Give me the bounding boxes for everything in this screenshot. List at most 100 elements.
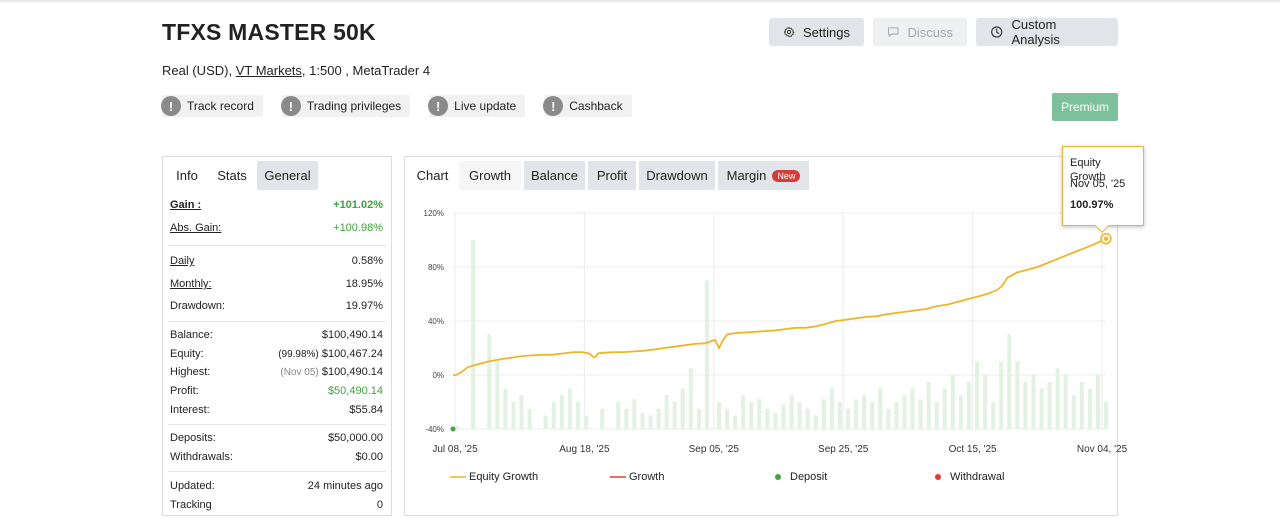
legend-line-icon: [450, 476, 466, 478]
chart-tabs: Chart Growth Balance Profit Drawdown Mar…: [409, 161, 812, 190]
stat-label: Balance:: [170, 329, 213, 341]
stat-label: Interest:: [170, 404, 210, 416]
legend-dot-icon: [775, 474, 781, 480]
stat-label[interactable]: Gain :: [170, 199, 201, 211]
badge-track-record[interactable]: ! Track record: [161, 95, 263, 117]
settings-button[interactable]: Settings: [769, 18, 864, 46]
stat-label[interactable]: Monthly:: [170, 278, 212, 290]
custom-analysis-label: Custom Analysis: [1011, 17, 1060, 47]
badge-label: Track record: [187, 99, 254, 113]
stat-equity: Equity: (99.98%) $100,467.24: [170, 345, 383, 363]
page-title: TFXS MASTER 50K: [162, 19, 376, 45]
settings-label: Settings: [803, 24, 850, 40]
stat-label[interactable]: Daily: [170, 255, 194, 267]
stat-monthly: Monthly: 18.95%: [170, 275, 383, 293]
divider: [168, 471, 386, 472]
discuss-button[interactable]: Discuss: [873, 18, 967, 46]
stat-tracking: Tracking 0: [170, 496, 383, 514]
stat-value: 19.97%: [345, 300, 383, 312]
stat-value: 0.58%: [351, 255, 383, 267]
badge-label: Trading privileges: [306, 99, 402, 113]
tooltip-date: Nov 05, '25: [1070, 178, 1126, 190]
stat-value-group: (Nov 05) $100,490.14: [280, 366, 383, 378]
stat-abs-gain: Abs. Gain: +100.98%: [170, 219, 383, 237]
chart-panel: Chart Growth Balance Profit Drawdown Mar…: [404, 156, 1118, 516]
legend-label: Growth: [629, 471, 665, 483]
stat-value: 0: [376, 499, 383, 511]
badge-label: Cashback: [569, 99, 623, 113]
exclamation-icon: !: [543, 96, 564, 116]
tab-general[interactable]: General: [257, 161, 318, 190]
divider: [168, 321, 386, 322]
stat-value: $100,467.24: [321, 348, 383, 360]
stats-panel: Info Stats General Gain : +101.02% Abs. …: [162, 156, 392, 516]
tab-margin-label: Margin: [726, 168, 767, 183]
stat-value: +101.02%: [333, 199, 383, 211]
stat-value: $0.00: [355, 451, 383, 463]
account-type: Real (USD),: [162, 63, 233, 78]
tab-balance[interactable]: Balance: [524, 161, 585, 190]
premium-button[interactable]: Premium: [1052, 93, 1118, 121]
tab-profit[interactable]: Profit: [588, 161, 636, 190]
tooltip-value: 100.97%: [1070, 199, 1114, 211]
tab-chart[interactable]: Chart: [409, 161, 456, 190]
legend-deposit[interactable]: Deposit: [774, 470, 827, 484]
stat-balance: Balance: $100,490.14: [170, 326, 383, 344]
tab-drawdown[interactable]: Drawdown: [639, 161, 715, 190]
stat-gain: Gain : +101.02%: [170, 196, 383, 214]
divider: [168, 424, 386, 425]
badge-trading-privileges[interactable]: ! Trading privileges: [280, 95, 411, 117]
stat-label: Equity:: [170, 348, 204, 360]
tab-info[interactable]: Info: [167, 161, 207, 190]
stat-withdrawals: Withdrawals: $0.00: [170, 448, 383, 466]
stat-value: $100,490.14: [321, 366, 383, 378]
legend-line-icon: [610, 476, 626, 478]
stat-interest: Interest: $55.84: [170, 401, 383, 419]
tab-stats[interactable]: Stats: [207, 161, 257, 190]
equity-percent: (99.98%): [278, 349, 319, 360]
verification-badges: ! Track record ! Trading privileges ! Li…: [161, 95, 651, 117]
discuss-label: Discuss: [907, 24, 953, 40]
divider: [168, 245, 386, 246]
stat-label: Updated:: [170, 480, 215, 492]
stat-label: Highest:: [170, 366, 211, 378]
stat-value: $50,490.14: [327, 385, 383, 397]
stat-label: Profit:: [170, 385, 199, 397]
stat-label: Drawdown:: [170, 300, 226, 312]
legend-dot-icon: [935, 474, 941, 480]
badge-label: Live update: [454, 99, 517, 113]
stat-label: Withdrawals:: [170, 451, 233, 463]
stat-value: $50,000.00: [327, 432, 383, 444]
stat-value: 24 minutes ago: [307, 480, 383, 492]
new-badge: New: [772, 169, 801, 182]
legend-withdrawal[interactable]: Withdrawal: [934, 470, 1004, 484]
stat-updated: Updated: 24 minutes ago: [170, 477, 383, 495]
legend-equity-growth[interactable]: Equity Growth: [450, 470, 538, 484]
stat-value: $55.84: [349, 404, 383, 416]
stat-label[interactable]: Abs. Gain:: [170, 222, 221, 234]
stat-value: +100.98%: [333, 222, 383, 234]
broker-link[interactable]: VT Markets: [236, 63, 302, 78]
custom-analysis-button[interactable]: Custom Analysis: [976, 17, 1118, 47]
stat-value: $100,490.14: [321, 329, 383, 341]
top-shadow: [0, 0, 1280, 4]
chart-tooltip: Equity Growth Nov 05, '25 100.97%: [1062, 146, 1144, 234]
exclamation-icon: !: [161, 96, 181, 116]
badge-cashback[interactable]: ! Cashback: [543, 95, 632, 117]
stat-drawdown: Drawdown: 19.97%: [170, 297, 383, 315]
legend-label: Withdrawal: [950, 471, 1005, 483]
badge-live-update[interactable]: ! Live update: [428, 95, 526, 117]
highest-date: (Nov 05): [280, 367, 319, 378]
legend-label: Equity Growth: [469, 471, 539, 483]
stat-profit: Profit: $50,490.14: [170, 382, 383, 400]
exclamation-icon: !: [428, 96, 449, 116]
tab-margin[interactable]: Margin New: [718, 161, 809, 190]
stat-label: Tracking: [170, 499, 212, 511]
chat-icon: [888, 27, 899, 37]
stat-daily: Daily 0.58%: [170, 252, 383, 270]
account-info: Real (USD), VT Markets, 1:500 , MetaTrad…: [162, 63, 430, 78]
tab-growth[interactable]: Growth: [459, 161, 521, 190]
legend-growth[interactable]: Growth: [610, 470, 664, 484]
stat-value-group: (99.98%) $100,467.24: [278, 348, 383, 360]
tooltip-series: Equity Growth: [1070, 157, 1106, 183]
